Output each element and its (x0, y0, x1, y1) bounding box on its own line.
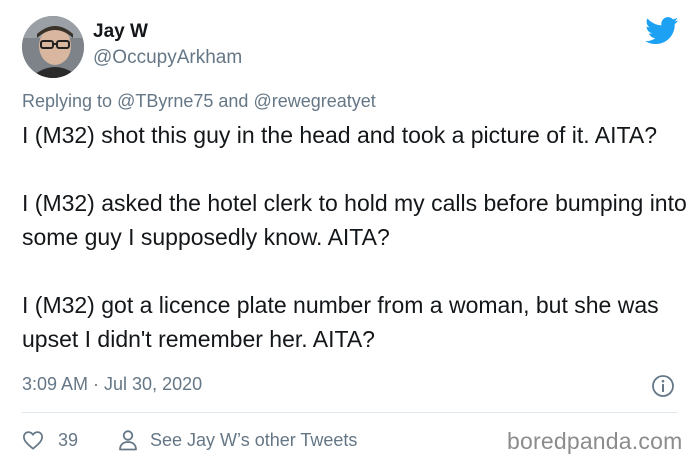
like-count: 39 (58, 429, 79, 450)
avatar-photo (22, 16, 84, 78)
tweet-card: Jay W @OccupyArkham Replying to @TByrne7… (0, 0, 700, 467)
twitter-bird-icon[interactable] (645, 17, 679, 45)
divider (22, 412, 678, 413)
mention-link-2[interactable]: @rewegreatyet (253, 91, 375, 111)
see-other-tweets-link[interactable]: See Jay W’s other Tweets (118, 428, 357, 452)
heart-icon (23, 431, 43, 450)
avatar[interactable] (22, 16, 84, 78)
see-other-tweets-label: See Jay W’s other Tweets (150, 429, 358, 450)
replying-to-line: Replying to @TByrne75 and @rewegreatyet (22, 91, 376, 112)
tweet-timestamp[interactable]: 3:09 AM · Jul 30, 2020 (22, 374, 202, 395)
tweet-paragraph: I (M32) asked the hotel clerk to hold my… (22, 190, 687, 250)
info-icon[interactable] (651, 374, 675, 398)
tweet-paragraph: I (M32) got a licence plate number from … (22, 292, 659, 352)
tweet-paragraph: I (M32) shot this guy in the head and to… (22, 122, 657, 148)
mention-link-1[interactable]: @TByrne75 (117, 91, 213, 111)
author-display-name[interactable]: Jay W (93, 21, 148, 43)
like-button[interactable]: 39 (22, 428, 78, 452)
replying-to-prefix: Replying to (22, 91, 113, 111)
person-icon (119, 430, 137, 451)
replying-to-conjunction: and (218, 91, 249, 111)
author-handle[interactable]: @OccupyArkham (93, 47, 242, 69)
tweet-body: I (M32) shot this guy in the head and to… (22, 118, 687, 356)
boredpanda-watermark: boredpanda.com (507, 428, 683, 454)
